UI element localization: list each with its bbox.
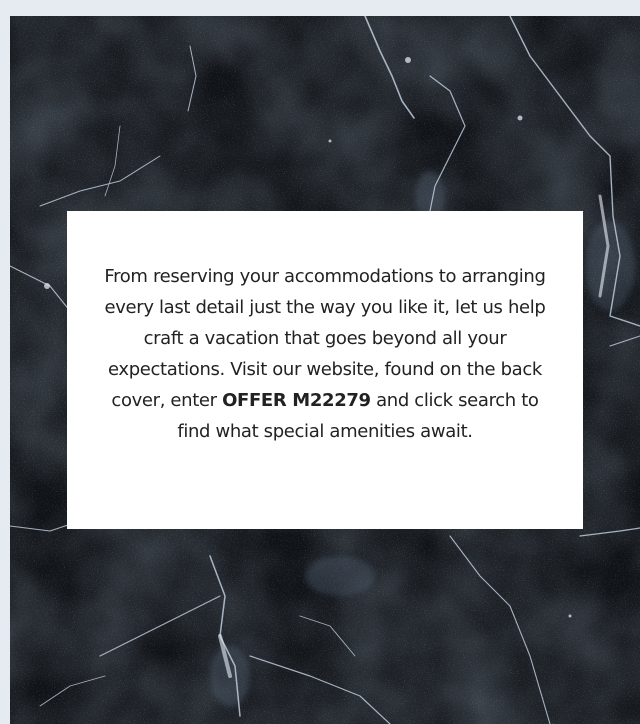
page: From reserving your accommodations to ar…	[0, 0, 640, 724]
body-text: From reserving your accommodations to ar…	[103, 261, 547, 447]
text-card: From reserving your accommodations to ar…	[67, 211, 583, 529]
offer-code: OFFER M22279	[222, 390, 371, 411]
